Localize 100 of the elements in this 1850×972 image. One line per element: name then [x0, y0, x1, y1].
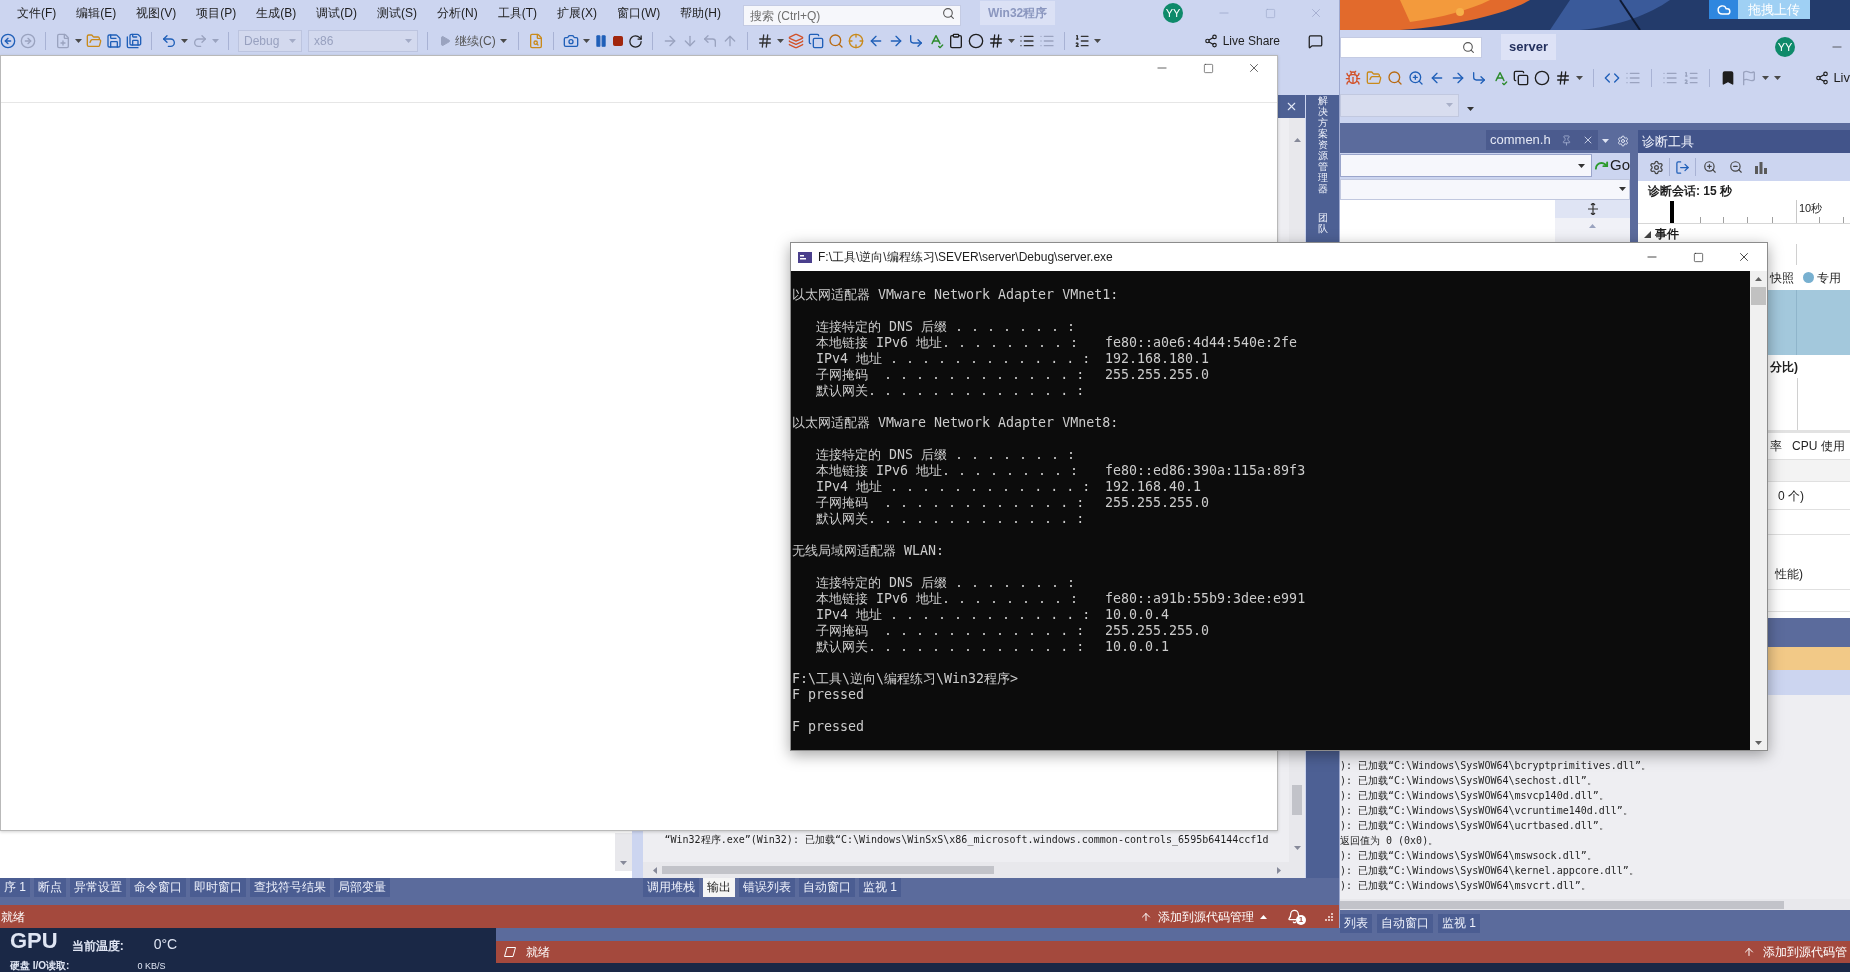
- search-field[interactable]: [1340, 36, 1482, 58]
- arrow-left-icon[interactable]: [1429, 70, 1445, 86]
- share-icon[interactable]: [1203, 34, 1218, 48]
- settings-icon[interactable]: [1649, 159, 1664, 175]
- clipboard-icon[interactable]: [947, 33, 964, 49]
- scrollbar-thumb[interactable]: [661, 866, 994, 874]
- corner-arrow-icon[interactable]: [907, 33, 924, 49]
- scroll-up-arrow-icon[interactable]: [1755, 277, 1762, 281]
- menu-item[interactable]: 测试(S): [367, 2, 427, 24]
- file-search-icon[interactable]: [527, 33, 544, 49]
- tab[interactable]: 列表: [1340, 914, 1372, 933]
- caret-icon[interactable]: [582, 39, 590, 43]
- tab[interactable]: 查找符号结果: [250, 878, 330, 897]
- scroll-left-arrow-icon[interactable]: [652, 866, 657, 874]
- menu-item[interactable]: 工具(T): [487, 2, 547, 24]
- hash-icon[interactable]: [1555, 70, 1571, 86]
- scrollbar-thumb[interactable]: [1340, 900, 1784, 909]
- corner-arrow-icon[interactable]: [1471, 70, 1487, 86]
- menu-item[interactable]: 帮助(H): [670, 2, 731, 24]
- scroll-right-arrow-icon[interactable]: [1277, 866, 1281, 874]
- caret-icon[interactable]: [1467, 107, 1474, 111]
- splitter-icon[interactable]: [1587, 203, 1598, 215]
- scroll-down-arrow-icon[interactable]: [1755, 741, 1762, 745]
- scroll-down-arrow-icon[interactable]: [1293, 846, 1301, 850]
- zoom-out-icon[interactable]: [1729, 160, 1743, 174]
- tab[interactable]: 序 1: [0, 878, 30, 897]
- go-button[interactable]: Go: [1592, 153, 1630, 178]
- tab[interactable]: 命令窗口: [130, 878, 186, 897]
- flag-icon[interactable]: [1741, 70, 1757, 86]
- collapse-icon[interactable]: [1644, 230, 1651, 238]
- caret-icon[interactable]: [499, 39, 507, 43]
- scrollbar[interactable]: [1289, 751, 1305, 862]
- layers-icon[interactable]: [787, 33, 804, 49]
- arrow-right-icon[interactable]: [1450, 70, 1466, 86]
- tab[interactable]: 调用堆栈: [643, 878, 699, 897]
- side-tab[interactable]: 团队: [1317, 212, 1328, 234]
- pin-icon[interactable]: [1560, 134, 1572, 146]
- curved-arrow-icon[interactable]: [701, 33, 718, 49]
- tab[interactable]: 错误列表: [739, 878, 795, 897]
- tab[interactable]: 自动窗口: [799, 878, 855, 897]
- caret-icon[interactable]: [181, 39, 188, 43]
- hash-icon[interactable]: [756, 33, 773, 49]
- scrollbar-thumb[interactable]: [1751, 287, 1766, 305]
- tab[interactable]: 监视 1: [859, 878, 901, 897]
- zoom-in-icon[interactable]: [1703, 160, 1717, 174]
- tab[interactable]: 局部变量: [334, 878, 390, 897]
- menu-item[interactable]: 扩展(X): [547, 2, 607, 24]
- scrollbar[interactable]: [1289, 118, 1305, 242]
- scroll-down-arrow-icon[interactable]: [619, 861, 627, 865]
- menu-item[interactable]: 项目(P): [186, 2, 247, 24]
- folder-icon[interactable]: [1366, 70, 1382, 86]
- caret-icon[interactable]: [1576, 76, 1583, 80]
- bookmark-icon[interactable]: [1720, 70, 1736, 86]
- search-icon[interactable]: [1462, 40, 1475, 54]
- tab[interactable]: 断点: [34, 878, 66, 897]
- menu-item[interactable]: 文件(F): [7, 2, 67, 24]
- tab[interactable]: 异常设置: [70, 878, 126, 897]
- stop-icon[interactable]: [611, 35, 624, 47]
- crosshair-icon[interactable]: [847, 33, 864, 49]
- caret-icon[interactable]: [1260, 914, 1267, 919]
- stacked-floppy-disks-icon[interactable]: [126, 33, 142, 49]
- user-avatar[interactable]: YY: [1775, 37, 1795, 57]
- hash-icon[interactable]: [987, 33, 1004, 49]
- search-icon[interactable]: [827, 33, 844, 49]
- search-icon[interactable]: [1387, 70, 1403, 86]
- search-icon[interactable]: [942, 6, 955, 20]
- tab[interactable]: 即时窗口: [190, 878, 246, 897]
- side-tab[interactable]: 解决方案资源管理器: [1317, 95, 1328, 194]
- numbered-list-icon[interactable]: [1073, 33, 1090, 49]
- continue-button[interactable]: 继续(C): [437, 30, 509, 52]
- menu-item[interactable]: 调试(D): [306, 2, 367, 24]
- menu-item[interactable]: 视图(V): [126, 2, 187, 24]
- undo-icon[interactable]: [161, 33, 177, 49]
- camera-icon[interactable]: [562, 33, 579, 49]
- circle-arrow-left-icon[interactable]: [0, 33, 16, 49]
- speech-bubble-icon[interactable]: [1308, 33, 1323, 49]
- scrollbar-thumb[interactable]: [1292, 785, 1302, 815]
- menu-item[interactable]: 窗口(W): [607, 2, 671, 24]
- user-avatar[interactable]: YY: [1163, 3, 1183, 23]
- caret-icon[interactable]: [776, 39, 784, 43]
- copy-icon[interactable]: [1513, 70, 1529, 86]
- menu-item[interactable]: 生成(B): [246, 2, 307, 24]
- tab[interactable]: 自动窗口: [1377, 914, 1433, 933]
- caret-icon[interactable]: [1093, 39, 1101, 43]
- caret-icon[interactable]: [75, 39, 82, 43]
- source-control-button[interactable]: 添加到源代码管: [1743, 943, 1847, 961]
- tab[interactable]: 输出: [703, 878, 735, 897]
- pause-icon[interactable]: [593, 34, 608, 48]
- arrow-up-icon[interactable]: [1743, 946, 1755, 958]
- caret-icon[interactable]: [1619, 187, 1626, 191]
- scrollbar[interactable]: [614, 833, 632, 871]
- bug-icon[interactable]: [1345, 70, 1361, 86]
- list-icon[interactable]: [1018, 33, 1035, 49]
- code-icon[interactable]: [1604, 70, 1620, 86]
- resize-grip-icon[interactable]: [1325, 912, 1333, 921]
- bell-icon[interactable]: [1287, 909, 1302, 924]
- share-icon[interactable]: [1815, 71, 1830, 85]
- zoom-in-icon[interactable]: [1408, 70, 1424, 86]
- caret-icon[interactable]: [1578, 163, 1585, 168]
- menu-item[interactable]: 分析(N): [427, 2, 488, 24]
